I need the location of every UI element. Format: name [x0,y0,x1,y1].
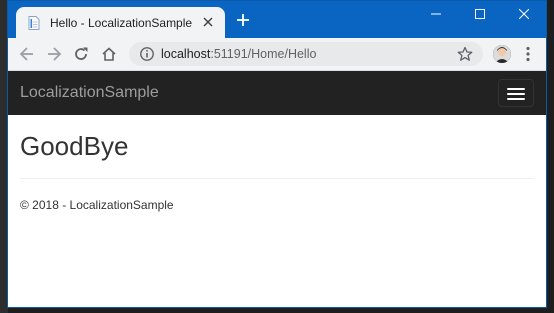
tab-title: Hello - LocalizationSample [50,16,193,30]
navbar-brand[interactable]: LocalizationSample [20,84,159,102]
divider [20,178,534,179]
page-title: GoodBye [20,131,129,161]
more-vert-icon[interactable] [520,45,536,63]
profile-avatar[interactable] [493,45,511,63]
navbar-toggle-button[interactable] [498,79,534,107]
window-close-icon[interactable] [502,1,546,31]
browser-window: Hello - LocalizationSample localhost:511… [7,0,547,308]
hamburger-icon [507,98,525,100]
browser-tab[interactable]: Hello - LocalizationSample [16,7,225,38]
url-path: :51191/Home/Hello [210,47,317,61]
info-icon[interactable] [139,46,155,62]
url-host: localhost [161,47,211,61]
reload-icon[interactable] [70,43,92,65]
star-icon[interactable] [457,46,473,62]
site-navbar: LocalizationSample [8,71,546,115]
home-icon[interactable] [98,43,120,65]
forward-arrow-icon[interactable] [43,43,65,65]
maximize-icon[interactable] [458,1,502,31]
url-text: localhost:51191/Home/Hello [161,47,316,61]
back-arrow-icon[interactable] [16,43,38,65]
address-bar[interactable]: localhost:51191/Home/Hello [129,42,483,66]
title-bar: Hello - LocalizationSample [8,1,546,38]
page-body: GoodBye © 2018 - LocalizationSample [8,115,546,307]
footer-text: © 2018 - LocalizationSample [20,198,174,212]
close-icon[interactable] [201,15,215,29]
minimize-icon[interactable] [414,1,458,31]
new-tab-icon[interactable] [235,13,251,29]
hamburger-icon [507,88,525,90]
hamburger-icon [507,93,525,95]
browser-toolbar: localhost:51191/Home/Hello [8,38,546,71]
document-icon [28,16,40,30]
